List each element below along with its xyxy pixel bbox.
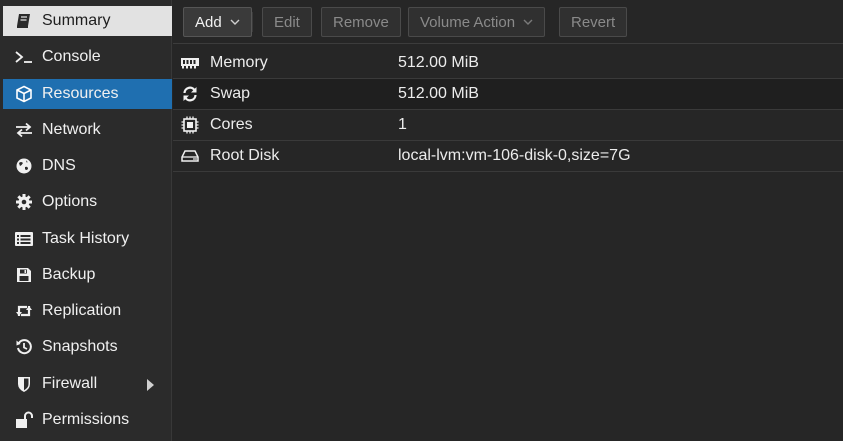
sidebar-item-summary[interactable]: Summary	[3, 6, 172, 36]
unlock-icon	[13, 405, 35, 435]
sidebar-item-resources[interactable]: Resources	[3, 79, 172, 109]
sidebar-item-label: DNS	[42, 157, 76, 174]
shield-icon	[13, 369, 35, 399]
sidebar-item-network[interactable]: Network	[3, 115, 172, 145]
edit-button-label: Edit	[274, 13, 300, 31]
table-row[interactable]: Swap 512.00 MiB	[173, 79, 843, 110]
sidebar-item-backup[interactable]: Backup	[3, 260, 172, 290]
sidebar-item-label: Summary	[42, 12, 111, 29]
volume-action-button-label: Volume Action	[420, 13, 516, 31]
resource-value: 512.00 MiB	[398, 85, 479, 102]
toolbar-separator	[252, 12, 253, 32]
retweet-icon	[13, 296, 35, 326]
sidebar-item-label: Network	[42, 121, 101, 138]
add-button-label: Add	[195, 13, 222, 31]
remove-button-label: Remove	[333, 13, 389, 31]
sidebar-item-firewall[interactable]: Firewall	[3, 369, 172, 399]
sidebar-item-label: Console	[42, 48, 101, 65]
sidebar-item-task-history[interactable]: Task History	[3, 224, 172, 254]
sidebar-item-label: Replication	[42, 302, 122, 319]
cpu-icon	[177, 116, 203, 134]
table-row[interactable]: Root Disk local-lvm:vm-106-disk-0,size=7…	[173, 141, 843, 172]
exchange-icon	[13, 115, 35, 145]
resource-name: Memory	[210, 54, 268, 71]
globe-icon	[13, 151, 35, 181]
expand-arrow-icon[interactable]	[147, 379, 154, 391]
resource-value: 1	[398, 116, 407, 133]
sidebar-item-label: Resources	[42, 85, 119, 102]
chevron-down-icon	[523, 19, 533, 25]
sidebar-item-label: Task History	[42, 230, 130, 247]
table-row[interactable]: Cores 1	[173, 110, 843, 141]
revert-button-label: Revert	[571, 13, 616, 31]
sidebar-item-label: Firewall	[42, 375, 98, 392]
sidebar-item-label: Backup	[42, 266, 96, 283]
hdd-icon	[177, 149, 203, 163]
toolbar: Add Edit Remove Volume Action Revert	[173, 0, 843, 44]
terminal-icon	[13, 42, 35, 72]
volume-action-button[interactable]: Volume Action	[408, 7, 546, 37]
sidebar-item-permissions[interactable]: Permissions	[3, 405, 172, 435]
list-alt-icon	[13, 224, 35, 254]
gear-icon	[13, 187, 35, 217]
sidebar-item-options[interactable]: Options	[3, 187, 172, 217]
edit-button[interactable]: Edit	[262, 7, 312, 37]
sidebar-item-console[interactable]: Console	[3, 42, 172, 72]
resource-value: 512.00 MiB	[398, 54, 479, 71]
chevron-down-icon	[230, 19, 240, 25]
add-button[interactable]: Add	[183, 7, 252, 37]
floppy-icon	[13, 260, 35, 290]
sidebar-item-label: Options	[42, 193, 98, 210]
resource-name: Root Disk	[210, 147, 280, 164]
sidebar: Summary Console Resources Network DNS Op…	[0, 0, 172, 441]
cube-icon	[13, 79, 35, 109]
resource-name: Cores	[210, 116, 253, 133]
revert-button[interactable]: Revert	[559, 7, 628, 37]
sidebar-item-label: Permissions	[42, 411, 130, 428]
sidebar-item-snapshots[interactable]: Snapshots	[3, 332, 172, 362]
sidebar-item-replication[interactable]: Replication	[3, 296, 172, 326]
memory-icon	[177, 57, 203, 69]
remove-button[interactable]: Remove	[321, 7, 401, 37]
history-icon	[13, 332, 35, 362]
book-icon	[13, 6, 35, 36]
resource-value: local-lvm:vm-106-disk-0,size=7G	[398, 147, 631, 164]
sidebar-item-label: Snapshots	[42, 338, 118, 355]
refresh-icon	[177, 85, 203, 103]
resource-name: Swap	[210, 85, 251, 102]
sidebar-item-dns[interactable]: DNS	[3, 151, 172, 181]
app-window: Summary Console Resources Network DNS Op…	[0, 0, 843, 441]
table-row[interactable]: Memory 512.00 MiB	[173, 48, 843, 79]
